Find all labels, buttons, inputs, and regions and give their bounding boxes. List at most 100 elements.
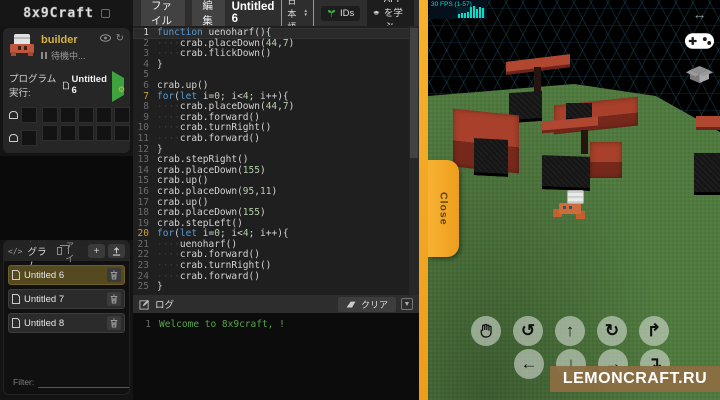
code-editor[interactable]: 1 function uenoharf(){2 ····crab.placeDown… xyxy=(133,26,419,295)
trash-icon xyxy=(110,318,118,328)
program-list-item[interactable]: Untitled 8 xyxy=(8,313,125,333)
log-entry: 1 Welcome to 8x9craft, ! xyxy=(145,319,285,330)
run-file: Untitled 6 xyxy=(62,74,108,96)
add-program-button[interactable]: + xyxy=(88,244,105,258)
move-left-button[interactable]: ← xyxy=(514,349,544,379)
window-icon[interactable] xyxy=(100,8,110,18)
character-panel: builder 待機中... ↻ プログラム実行: Untitled 6 ⚙ xyxy=(3,28,130,153)
pouch-icon xyxy=(9,111,18,119)
inventory-slot[interactable] xyxy=(21,130,37,146)
inventory-slot[interactable] xyxy=(42,107,58,123)
voxel-black-block xyxy=(474,138,508,177)
code-line[interactable]: 3 ····crab.flickDown() xyxy=(133,48,419,60)
sidebar-header: 8x9Craft xyxy=(0,0,133,26)
eye-icon[interactable] xyxy=(99,34,111,44)
inventory-slot[interactable] xyxy=(60,107,76,123)
voxel-black-block xyxy=(542,155,590,191)
line-number: 11 xyxy=(137,132,149,144)
line-number: 1 xyxy=(143,27,149,38)
run-program-button[interactable]: ⚙ xyxy=(112,71,125,102)
log-panel: ログ クリア ▼ 1 Welcome to 8x9craft, ! xyxy=(133,295,419,400)
inventory-slot[interactable] xyxy=(96,125,112,141)
fps-stats-panel[interactable]: 30 FPS (1-57) xyxy=(429,0,487,19)
program-name: Untitled 8 xyxy=(24,317,65,329)
upload-program-button[interactable] xyxy=(108,244,125,258)
viewport-tools: ↔ xyxy=(684,7,715,84)
log-body: 1 Welcome to 8x9craft, ! xyxy=(133,313,419,400)
inventory-slot[interactable] xyxy=(78,107,94,123)
program-name: Untitled 6 xyxy=(24,269,65,281)
open-box-icon[interactable] xyxy=(686,62,713,84)
delete-program-button[interactable] xyxy=(107,268,121,282)
filter-input[interactable] xyxy=(38,376,129,388)
sprout-icon xyxy=(327,10,336,17)
line-number: 25 xyxy=(137,281,149,293)
rotate-left-button[interactable]: ↺ xyxy=(513,316,543,346)
graduation-cap-icon xyxy=(373,10,380,15)
delete-program-button[interactable] xyxy=(107,292,121,306)
log-title: ログ xyxy=(155,300,175,311)
control-row-1: ↺ ↑ ↻ ↱ xyxy=(471,316,669,346)
program-list-item[interactable]: Untitled 6 xyxy=(8,265,125,285)
code-icon: </> xyxy=(8,246,23,256)
inventory-grid xyxy=(42,107,130,146)
move-forward-button[interactable]: ↑ xyxy=(555,316,585,346)
refresh-icon[interactable]: ↻ xyxy=(116,34,124,44)
code-line[interactable]: 4} xyxy=(133,59,419,71)
pan-hand-button[interactable] xyxy=(471,316,501,346)
voxel-post xyxy=(581,130,588,154)
character-status: 待機中... xyxy=(51,51,86,61)
pause-icon xyxy=(41,52,47,59)
sidebar: 8x9Craft builder 待機中... ↻ プログラム実行: Untit… xyxy=(0,0,133,400)
step-up-button[interactable]: ↱ xyxy=(639,316,669,346)
watermark-text: LEMONCRAFT.RU xyxy=(562,370,708,387)
gear-icon: ⚙ xyxy=(117,85,125,94)
doc-icon xyxy=(12,270,20,280)
rotate-right-button[interactable]: ↻ xyxy=(597,316,627,346)
ids-button[interactable]: IDs xyxy=(321,5,361,21)
doc-icon xyxy=(12,294,20,304)
inventory-slot[interactable] xyxy=(96,107,112,123)
sidebar-empty-area xyxy=(0,156,133,240)
collapse-log-icon[interactable]: ▼ xyxy=(401,298,413,310)
upload-icon xyxy=(112,246,121,256)
inventory-slot[interactable] xyxy=(78,125,94,141)
game-viewport[interactable]: 30 FPS (1-57) ↔ Close ↺ ↑ ↻ ↱ ← ↓ → ↴ LE… xyxy=(428,0,720,400)
inventory-slot[interactable] xyxy=(114,107,130,123)
inventory-slot[interactable] xyxy=(21,107,37,123)
delete-program-button[interactable] xyxy=(107,316,121,330)
doc-icon xyxy=(62,81,69,89)
resize-horizontal-icon[interactable]: ↔ xyxy=(693,7,707,21)
code-line[interactable]: 24 ····crab.forward() xyxy=(133,271,419,283)
app-logo: 8x9Craft xyxy=(23,5,94,21)
code-line[interactable]: 25} xyxy=(133,281,419,293)
pouch-icon xyxy=(9,134,18,142)
inventory-slot[interactable] xyxy=(114,125,130,141)
inventory-slot[interactable] xyxy=(42,125,58,141)
inventory-slot[interactable] xyxy=(60,125,76,141)
voxel-red-slab xyxy=(696,116,720,130)
watermark-banner: LEMONCRAFT.RU xyxy=(550,366,720,392)
code-lines: 1 function uenoharf(){2 ····crab.placeDown… xyxy=(133,26,419,293)
trash-icon xyxy=(110,270,118,280)
program-panel: </> プログラム ファイル + Untitled 6Untitled 7Unt… xyxy=(3,240,130,395)
voxel-red-block xyxy=(590,142,622,178)
gamepad-icon[interactable] xyxy=(684,31,715,51)
eraser-icon xyxy=(346,301,356,308)
filter-label: Filter: xyxy=(13,377,35,387)
line-number: 16 xyxy=(137,185,149,197)
run-label: プログラム実行: xyxy=(9,74,57,99)
pages-icon xyxy=(57,245,69,255)
clear-log-button[interactable]: クリア xyxy=(337,296,396,312)
8x9craft-app: 8x9Craft builder 待機中... ↻ プログラム実行: Untit… xyxy=(0,0,720,400)
voxel-black-block xyxy=(694,153,720,195)
code-line[interactable]: 11 ····crab.forward() xyxy=(133,132,419,145)
scrollbar-thumb[interactable] xyxy=(410,28,418,158)
editor-scrollbar[interactable] xyxy=(409,26,419,295)
character-name: builder xyxy=(41,34,78,46)
close-panel-tab[interactable]: Close xyxy=(428,160,459,257)
select-arrows-icon: ▲ ▼ xyxy=(303,8,309,17)
program-list: Untitled 6 Untitled 7 Untitled 8 xyxy=(4,261,129,374)
program-list-item[interactable]: Untitled 7 xyxy=(8,289,125,309)
edit-log-icon xyxy=(139,299,150,310)
